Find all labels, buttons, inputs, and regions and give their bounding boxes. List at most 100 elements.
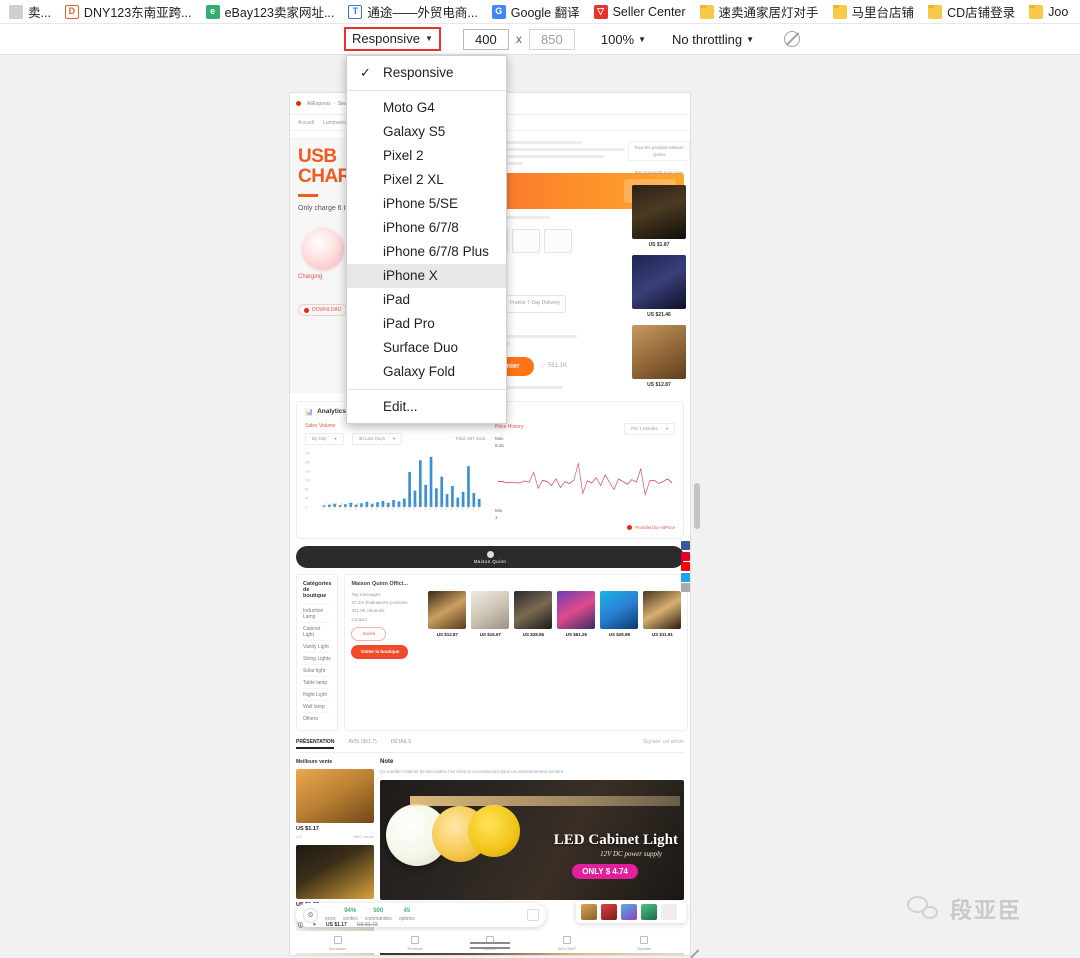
heart-filled-icon[interactable]: ♥ xyxy=(313,922,316,928)
sales-bar xyxy=(418,459,422,507)
throttling-select[interactable]: No throttling ▼ xyxy=(672,32,754,47)
more-share-icon[interactable] xyxy=(681,583,690,592)
device-menu-item[interactable]: Responsive xyxy=(347,61,506,85)
store-category-item[interactable]: Vanity Light xyxy=(303,640,332,652)
store-category-item[interactable]: Table lamp xyxy=(303,676,332,688)
store-category-item[interactable]: Wall lamp xyxy=(303,700,332,712)
range-select[interactable]: 30 Last Days ▾ xyxy=(351,432,403,445)
device-menu-item[interactable]: iPad Pro xyxy=(347,312,506,336)
product-tab[interactable]: Signaler cet article xyxy=(643,739,684,749)
bookmark-item[interactable]: Joo xyxy=(1022,3,1075,21)
youtube-icon[interactable] xyxy=(681,562,690,571)
store-product-card[interactable]: US $28.56 xyxy=(514,591,553,659)
device-menu-item[interactable]: iPhone X xyxy=(347,264,506,288)
more-similar-icon[interactable] xyxy=(661,904,677,920)
similar-thumb[interactable] xyxy=(601,904,617,920)
device-menu-item[interactable]: iPhone 6/7/8 xyxy=(347,216,506,240)
device-menu-item[interactable]: iPad xyxy=(347,288,506,312)
viewport-bottom-grip[interactable] xyxy=(470,942,510,952)
by-day-select[interactable]: By Day ▾ xyxy=(305,432,344,445)
bookmark-item[interactable]: CD店铺登录 xyxy=(921,0,1022,23)
bottom-nav-item[interactable]: Signaler xyxy=(637,936,652,951)
store-rating: 97.2% Évaluations positives xyxy=(351,600,408,606)
store-category-item[interactable]: Others xyxy=(303,712,332,724)
store-product-card[interactable]: US $12.87 xyxy=(428,591,467,659)
store-category-item[interactable]: Induction Lamp xyxy=(303,604,332,622)
similar-thumb[interactable] xyxy=(641,904,657,920)
bookmark-label: 马里台店铺 xyxy=(851,6,915,20)
product-tab[interactable]: DÉTAILS xyxy=(391,739,411,749)
variant-swatch[interactable] xyxy=(512,229,540,253)
sales-bar xyxy=(467,465,470,507)
rail-item[interactable]: US $1.87 xyxy=(628,184,690,248)
store-contact[interactable]: Contact xyxy=(351,616,423,624)
store-product-price: US $26.98 xyxy=(608,632,631,638)
bookmark-item[interactable]: T 通途——外贸电商... xyxy=(341,0,484,23)
best-seller-image xyxy=(296,769,374,824)
similar-thumb[interactable] xyxy=(621,904,637,920)
price-current: US $1.17 xyxy=(325,922,347,928)
store-category-item[interactable]: String Lights xyxy=(303,652,332,664)
bookmark-item[interactable]: 速卖通家居灯对手 xyxy=(693,0,826,23)
bookmark-item[interactable]: G Google 翻译 xyxy=(485,0,587,23)
breadcrumb-category[interactable]: Luminaires xyxy=(323,120,347,126)
device-menu-item[interactable]: Moto G4 xyxy=(347,96,506,120)
facebook-icon[interactable] xyxy=(681,541,690,550)
best-seller-item[interactable]: US $1.17 4.8 5867 vendu xyxy=(296,769,374,839)
download-badge[interactable]: DOWNLOAD xyxy=(298,304,348,317)
best-seller-image xyxy=(296,845,374,900)
rail-thumbnail xyxy=(632,184,686,239)
device-preset-select[interactable]: Responsive ▼ xyxy=(344,27,441,51)
viewport-resize-handle[interactable] xyxy=(686,940,702,956)
breadcrumb-home[interactable]: Accueil xyxy=(298,120,314,126)
bookmark-item[interactable]: e eBay123卖家网址... xyxy=(199,0,342,23)
visit-store-button[interactable]: Visiter la boutique xyxy=(351,644,409,659)
wishlist-button[interactable]: ♡ 551.1K xyxy=(540,363,567,370)
store-banner[interactable]: Maison Quinn xyxy=(296,546,684,569)
device-menu-item[interactable]: iPhone 5/SE xyxy=(347,192,506,216)
bottom-nav-item[interactable]: Sommaire xyxy=(328,936,347,951)
bar-chart-icon: 📊 xyxy=(305,408,314,416)
chevron-down-icon: ▾ xyxy=(393,435,396,441)
store-product-card[interactable]: US $11.91 xyxy=(643,591,682,659)
rail-item[interactable]: US $12.87 xyxy=(628,324,690,388)
device-menu-item[interactable]: Pixel 2 XL xyxy=(347,168,506,192)
device-menu-item[interactable]: iPhone 6/7/8 Plus xyxy=(347,240,506,264)
device-menu-item[interactable]: Surface Duo xyxy=(347,336,506,360)
store-product-card[interactable]: US $15.67 xyxy=(471,591,510,659)
viewport-height-input[interactable] xyxy=(528,28,575,50)
product-tab[interactable]: PRÉSENTATION xyxy=(296,739,335,750)
bookmark-item[interactable]: 卖... xyxy=(2,0,58,23)
viewport-width-input[interactable] xyxy=(462,28,509,50)
bottom-nav-item[interactable]: Who Sell? xyxy=(558,936,576,951)
price-history-line xyxy=(498,461,673,497)
bottom-nav-item[interactable]: Reviews xyxy=(408,936,423,951)
period-select[interactable]: Per 1 Months ▾ xyxy=(623,422,675,435)
device-menu-item[interactable]: Galaxy Fold xyxy=(347,360,506,384)
store-category-item[interactable]: Night Light xyxy=(303,688,332,700)
store-product-card[interactable]: US $61.25 xyxy=(557,591,596,659)
store-category-item[interactable]: Solar light xyxy=(303,664,332,676)
letter-d-favicon: D xyxy=(64,4,79,19)
pinterest-icon[interactable] xyxy=(681,551,690,561)
zoom-select[interactable]: 100% ▼ xyxy=(601,32,646,47)
viewport-scrollbar[interactable] xyxy=(694,483,700,529)
follow-store-button[interactable]: Suivre xyxy=(351,626,387,641)
bookmark-item[interactable]: 马里台店铺 xyxy=(826,0,922,23)
product-tab[interactable]: AVIS (951.7) xyxy=(348,739,376,749)
best-seller-rating: 4.8 xyxy=(296,834,302,840)
folder-icon xyxy=(928,4,943,19)
store-product-card[interactable]: US $26.98 xyxy=(600,591,639,659)
similar-thumb[interactable] xyxy=(581,904,597,920)
bookmark-item[interactable]: D DNY123东南亚跨... xyxy=(58,0,199,23)
variant-swatch[interactable] xyxy=(544,229,572,253)
device-menu-item[interactable]: Galaxy S5 xyxy=(347,120,506,144)
bookmark-item[interactable]: ▽ Seller Center xyxy=(587,3,693,21)
rail-item[interactable]: US $21.46 xyxy=(628,254,690,318)
twitter-icon[interactable] xyxy=(681,572,690,582)
device-menu-edit[interactable]: Edit... xyxy=(347,395,506,419)
device-menu-item[interactable]: Pixel 2 xyxy=(347,144,506,168)
store-category-item[interactable]: Cabinet Light xyxy=(303,622,332,640)
no-network-icon[interactable] xyxy=(784,31,801,47)
max-value: 8.16 xyxy=(495,442,504,448)
